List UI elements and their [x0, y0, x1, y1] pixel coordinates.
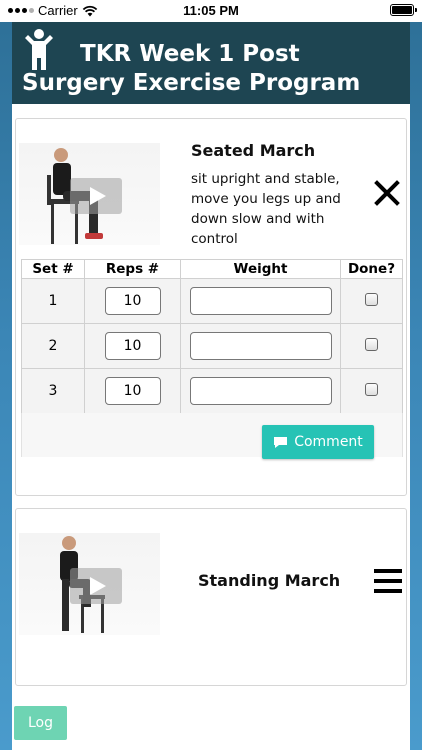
exercise-description: sit upright and stable, move you legs up… [191, 171, 341, 247]
reps-input[interactable] [104, 287, 161, 315]
reps-cell [84, 368, 181, 414]
table-header-row: Set # Reps # Weight Done? [21, 259, 403, 279]
sets-table: Set # Reps # Weight Done? 1 2 [21, 259, 403, 414]
done-cell [340, 368, 403, 414]
weight-cell [180, 368, 341, 414]
done-cell [340, 278, 403, 324]
reps-input[interactable] [104, 332, 161, 360]
exercise-card: Seated March sit upright and stable, mov… [15, 118, 407, 496]
column-header-done: Done? [340, 259, 403, 279]
status-time: 11:05 PM [183, 3, 239, 18]
weight-input[interactable] [189, 332, 332, 360]
table-row: 1 [21, 278, 403, 324]
reps-cell [84, 323, 181, 369]
play-icon [69, 178, 122, 214]
play-icon [69, 568, 122, 604]
app-header: TKR Week 1 Post Surgery Exercise Program [12, 22, 410, 104]
done-checkbox[interactable] [365, 292, 378, 306]
comment-icon [274, 436, 288, 448]
weight-input[interactable] [189, 377, 332, 405]
table-row: 2 [21, 323, 403, 369]
set-number: 3 [21, 368, 85, 414]
status-bar: Carrier 11:05 PM [0, 0, 422, 22]
weight-cell [180, 278, 341, 324]
exercise-name: Seated March [191, 141, 316, 160]
battery-icon [390, 4, 417, 16]
table-row: 3 [21, 368, 403, 414]
close-icon[interactable] [374, 180, 400, 206]
exercise-card: Standing March [15, 508, 407, 686]
comment-label: Comment [294, 434, 363, 450]
done-checkbox[interactable] [365, 337, 378, 351]
done-checkbox[interactable] [365, 382, 378, 396]
comment-button[interactable]: Comment [262, 425, 374, 459]
done-cell [340, 323, 403, 369]
page-title: TKR Week 1 Post Surgery Exercise Program [22, 41, 361, 96]
exercise-video-thumbnail[interactable] [19, 533, 160, 635]
exercise-name: Standing March [198, 571, 341, 590]
weight-input[interactable] [189, 287, 332, 315]
exercise-video-thumbnail[interactable] [19, 143, 160, 245]
column-header-set: Set # [21, 259, 85, 279]
log-button[interactable]: Log [14, 706, 67, 740]
set-number: 1 [21, 278, 85, 324]
exercise-list: Seated March sit upright and stable, mov… [12, 104, 410, 750]
weight-cell [180, 323, 341, 369]
column-header-weight: Weight [180, 259, 341, 279]
reps-cell [84, 278, 181, 324]
reps-input[interactable] [104, 377, 161, 405]
set-number: 2 [21, 323, 85, 369]
column-header-reps: Reps # [84, 259, 181, 279]
menu-icon[interactable] [374, 569, 402, 595]
